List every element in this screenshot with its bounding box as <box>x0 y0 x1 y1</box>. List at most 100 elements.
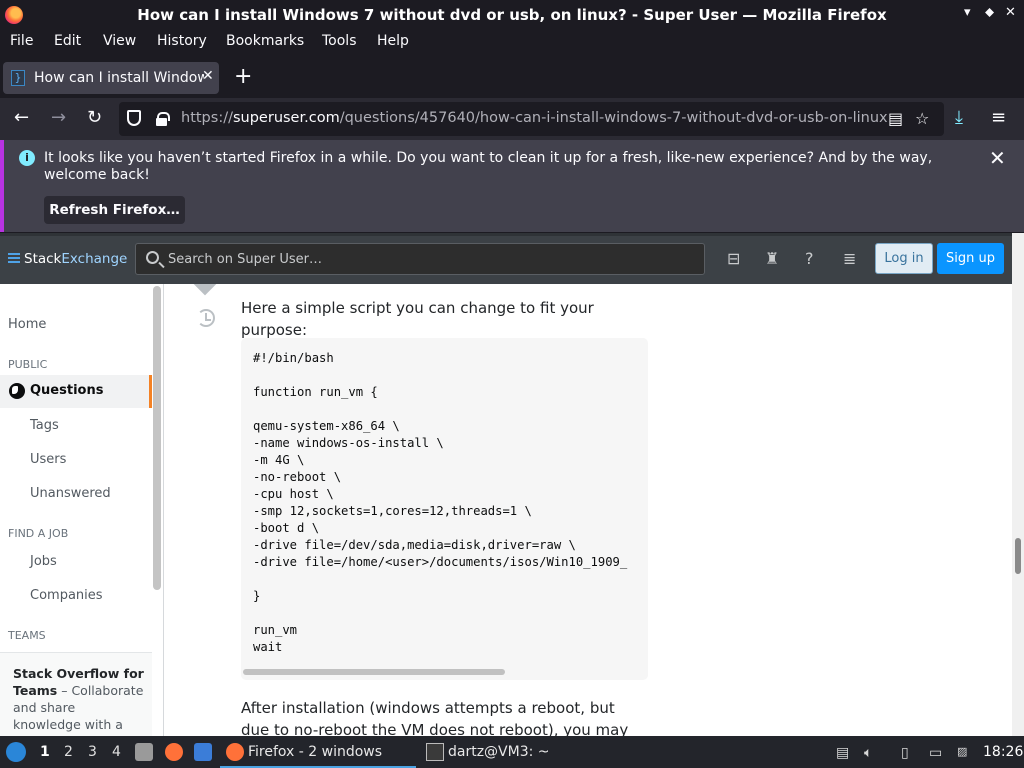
menu-tools[interactable]: Tools <box>322 33 357 49</box>
firefox-task-icon <box>226 743 244 761</box>
terminal-task-icon <box>426 743 444 761</box>
site-switcher-icon[interactable]: ≣ <box>843 249 856 268</box>
menu-help[interactable]: Help <box>377 33 409 49</box>
sidebar-scrollbar[interactable] <box>153 286 161 590</box>
site-search-input[interactable]: Search on Super User… <box>135 243 705 275</box>
tray-notes-icon[interactable]: ▯ <box>901 745 909 761</box>
lock-icon[interactable] <box>156 112 170 126</box>
app-menu-button[interactable]: ≡ <box>991 107 1006 128</box>
forward-button[interactable]: → <box>51 107 66 128</box>
teams-promo[interactable]: Stack Overflow for Teams – Collaborate a… <box>0 652 152 736</box>
help-icon[interactable]: ? <box>805 249 814 268</box>
tray-clipboard-icon[interactable]: ▤ <box>836 745 849 761</box>
sidebar-item-unanswered[interactable]: Unanswered <box>30 486 111 501</box>
network-icon[interactable]: ▭ <box>929 745 942 761</box>
page-scrollbar[interactable] <box>1012 233 1024 736</box>
info-icon: i <box>19 150 35 166</box>
sidebar-item-questions-label: Questions <box>30 383 104 398</box>
answer-after-text: After installation (windows attempts a r… <box>241 699 629 736</box>
superuser-favicon-icon: } <box>11 70 25 86</box>
logo-exchange-text: Exchange <box>61 251 128 267</box>
minimize-button[interactable]: ▾ <box>964 5 971 20</box>
sidebar-item-jobs[interactable]: Jobs <box>30 554 57 569</box>
url-domain: superuser.com <box>232 110 340 126</box>
close-window-button[interactable]: ✕ <box>1005 5 1016 20</box>
stackexchange-logo[interactable]: StackExchange <box>8 251 127 267</box>
menu-edit[interactable]: Edit <box>54 33 81 49</box>
achievements-trophy-icon[interactable]: ♜ <box>765 249 779 268</box>
globe-icon <box>9 383 25 399</box>
tab-title: How can I install Windows 7 without dvd … <box>34 70 204 86</box>
menu-history[interactable]: History <box>157 33 207 49</box>
sidebar-item-tags[interactable]: Tags <box>30 418 59 433</box>
window-title: How can I install Windows 7 without dvd … <box>137 6 887 24</box>
site-topbar: StackExchange Search on Super User… ⊟ ♜ … <box>0 233 1012 284</box>
maximize-button[interactable]: ⬥ <box>985 5 994 20</box>
page-content: Home PUBLIC Questions Tags Users Unanswe… <box>0 284 1012 736</box>
sidebar-item-companies[interactable]: Companies <box>30 588 103 603</box>
tab-strip: } How can I install Windows 7 without dv… <box>0 58 1024 98</box>
menu-view[interactable]: View <box>103 33 136 49</box>
taskbar-firefox-label: Firefox - 2 windows <box>248 744 383 760</box>
code-content: #!/bin/bash function run_vm { qemu-syste… <box>253 351 628 654</box>
workspace-1[interactable]: 1 <box>40 744 50 760</box>
signup-button[interactable]: Sign up <box>937 243 1004 274</box>
vote-down-arrow-icon[interactable] <box>193 284 217 296</box>
taskbar-terminal[interactable]: dartz@VM3: ~ <box>420 736 600 768</box>
back-button[interactable]: ← <box>14 107 29 128</box>
stackexchange-menu-icon <box>8 253 20 263</box>
sidebar-heading-find-a-job: FIND A JOB <box>8 527 69 540</box>
volume-icon[interactable]: 🔈︎ <box>864 745 872 761</box>
revision-history-icon[interactable] <box>197 309 215 327</box>
firefox-launcher-icon[interactable] <box>165 743 183 761</box>
workspace-3[interactable]: 3 <box>88 744 97 760</box>
sidebar-heading-teams: TEAMS <box>8 629 46 642</box>
refresh-firefox-button[interactable]: Refresh Firefox… <box>44 196 185 224</box>
file-manager-icon[interactable] <box>135 743 153 761</box>
url-text[interactable]: https://superuser.com/questions/457640/h… <box>181 110 888 126</box>
window-titlebar: How can I install Windows 7 without dvd … <box>0 0 1024 30</box>
search-placeholder: Search on Super User… <box>168 252 322 267</box>
desktop-icon[interactable] <box>194 743 212 761</box>
bookmark-star-icon[interactable]: ☆ <box>915 109 929 128</box>
workspace-4[interactable]: 4 <box>112 744 121 760</box>
search-icon <box>146 251 159 264</box>
notification-message: It looks like you haven’t started Firefo… <box>44 150 933 183</box>
left-sidebar: Home PUBLIC Questions Tags Users Unanswe… <box>0 284 164 736</box>
start-menu-icon[interactable] <box>6 742 26 762</box>
address-bar[interactable]: https://superuser.com/questions/457640/h… <box>119 102 944 136</box>
code-block: #!/bin/bash function run_vm { qemu-syste… <box>241 338 648 680</box>
answer-post: Here a simple script you can change to f… <box>164 284 1012 736</box>
login-button[interactable]: Log in <box>875 243 933 274</box>
reader-view-icon[interactable]: ▤ <box>888 109 903 128</box>
desktop-taskbar: 1 2 3 4 Firefox - 2 windows dartz@VM3: ~… <box>0 736 1024 768</box>
sidebar-item-questions[interactable]: Questions <box>0 375 152 408</box>
answer-intro-text: Here a simple script you can change to f… <box>241 299 594 339</box>
refresh-notification-bar: i It looks like you haven’t started Fire… <box>0 140 1024 232</box>
tab-close-icon[interactable]: ✕ <box>202 68 214 84</box>
menu-bookmarks[interactable]: Bookmarks <box>226 33 304 49</box>
teams-promo-text: Stack Overflow for Teams – Collaborate a… <box>13 665 145 736</box>
reload-button[interactable]: ↻ <box>87 107 102 128</box>
tracking-protection-icon[interactable] <box>127 110 141 126</box>
page-scrollbar-thumb[interactable] <box>1015 538 1021 574</box>
new-tab-button[interactable]: + <box>234 64 252 89</box>
clock: 18:26 <box>983 744 1024 760</box>
notification-close-icon[interactable]: ✕ <box>989 146 1006 170</box>
menu-bar: File Edit View History Bookmarks Tools H… <box>0 30 1024 56</box>
tab-superuser[interactable]: } How can I install Windows 7 without dv… <box>3 62 219 94</box>
sidebar-heading-public: PUBLIC <box>8 358 48 371</box>
url-path: /questions/457640/how-can-i-install-wind… <box>339 110 888 126</box>
workspace-2[interactable]: 2 <box>64 744 73 760</box>
taskbar-firefox[interactable]: Firefox - 2 windows <box>220 736 416 768</box>
downloads-button[interactable]: ⤓ <box>955 107 963 128</box>
taskbar-terminal-label: dartz@VM3: ~ <box>448 744 550 760</box>
inbox-icon[interactable]: ⊟ <box>727 249 740 268</box>
menu-file[interactable]: File <box>10 33 33 49</box>
tray-status-icon[interactable]: ▨ <box>957 745 967 758</box>
sidebar-item-users[interactable]: Users <box>30 452 66 467</box>
code-horizontal-scrollbar[interactable] <box>243 669 505 675</box>
sidebar-item-home[interactable]: Home <box>8 317 46 332</box>
navigation-toolbar: ← → ↻ https://superuser.com/questions/45… <box>0 98 1024 140</box>
logo-stack-text: Stack <box>24 251 62 267</box>
